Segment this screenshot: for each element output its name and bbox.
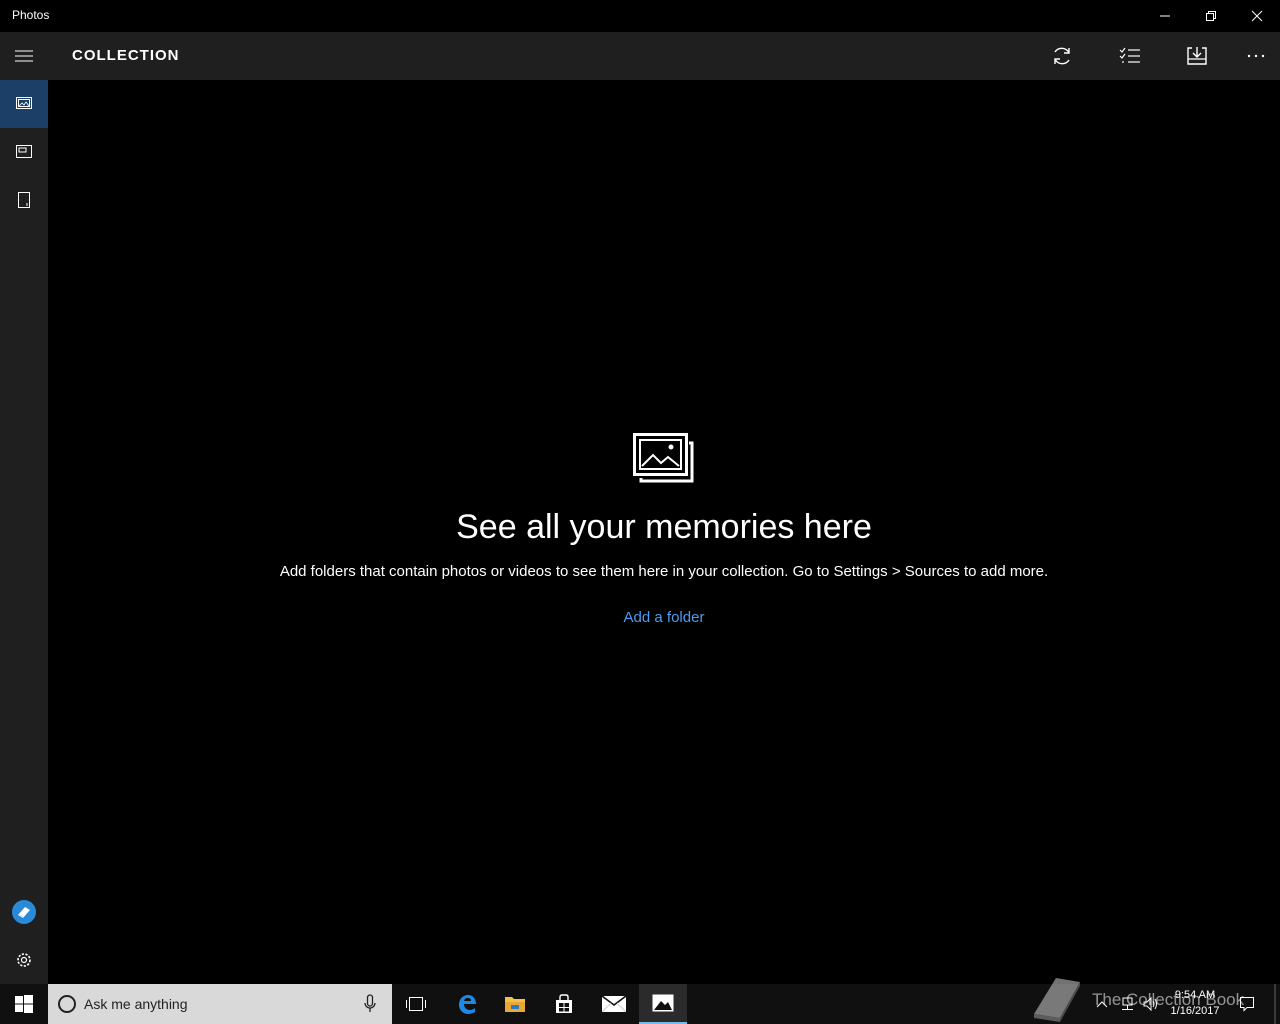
book-icon bbox=[1034, 978, 1080, 1022]
gear-icon bbox=[17, 953, 31, 967]
empty-state-title: See all your memories here bbox=[456, 508, 872, 546]
watermark: The Collection Book bbox=[1030, 976, 1270, 1024]
show-desktop-button[interactable] bbox=[1274, 984, 1276, 1024]
minimize-button[interactable] bbox=[1142, 0, 1188, 32]
search-box[interactable]: Ask me anything bbox=[48, 984, 392, 1024]
empty-state-description: Add folders that contain photos or video… bbox=[279, 563, 1049, 580]
close-button[interactable] bbox=[1234, 0, 1280, 32]
albums-icon bbox=[16, 145, 32, 158]
store-button[interactable] bbox=[540, 984, 588, 1024]
restore-icon bbox=[1206, 11, 1216, 21]
cortana-icon bbox=[58, 995, 76, 1013]
add-folder-link[interactable]: Add a folder bbox=[48, 609, 1280, 626]
folder-icon bbox=[505, 997, 525, 1012]
edge-icon bbox=[459, 995, 476, 1014]
photos-taskbar-button[interactable] bbox=[639, 984, 687, 1024]
minimize-icon bbox=[1160, 15, 1170, 17]
more-options-button[interactable] bbox=[1232, 32, 1280, 80]
windows-logo-icon bbox=[15, 995, 33, 1013]
start-button[interactable] bbox=[0, 984, 48, 1024]
app-title: Photos bbox=[12, 8, 50, 22]
watermark-text: The Collection Book bbox=[1092, 990, 1245, 1009]
store-icon bbox=[556, 994, 572, 1013]
photos-icon bbox=[652, 994, 674, 1012]
mail-icon bbox=[602, 996, 626, 1012]
file-explorer-button[interactable] bbox=[491, 984, 539, 1024]
folders-icon bbox=[18, 192, 30, 208]
search-placeholder: Ask me anything bbox=[84, 996, 188, 1012]
refresh-icon bbox=[1054, 47, 1070, 65]
select-button[interactable] bbox=[1106, 32, 1154, 80]
checklist-icon bbox=[1119, 47, 1140, 63]
app-header: COLLECTION bbox=[0, 32, 1280, 80]
task-view-icon bbox=[406, 997, 426, 1011]
edge-button[interactable] bbox=[443, 984, 491, 1024]
nav-story-remix[interactable] bbox=[0, 888, 48, 936]
title-bar: Photos bbox=[0, 0, 1280, 32]
main-content: See all your memories here Add folders t… bbox=[48, 80, 1280, 984]
nav-rail bbox=[0, 80, 48, 984]
nav-albums[interactable] bbox=[0, 128, 48, 176]
close-icon bbox=[1251, 10, 1263, 22]
microphone-icon[interactable] bbox=[364, 994, 376, 1014]
mail-button[interactable] bbox=[590, 984, 638, 1024]
story-remix-icon bbox=[12, 900, 36, 924]
page-title: COLLECTION bbox=[72, 47, 180, 64]
more-icon bbox=[1247, 54, 1265, 58]
nav-folders[interactable] bbox=[0, 176, 48, 224]
restore-button[interactable] bbox=[1188, 0, 1234, 32]
import-button[interactable] bbox=[1173, 32, 1221, 80]
import-icon bbox=[1187, 47, 1207, 65]
nav-settings[interactable] bbox=[0, 936, 48, 984]
collection-icon bbox=[16, 97, 32, 109]
hamburger-icon bbox=[15, 50, 33, 62]
photos-placeholder-icon bbox=[633, 433, 694, 483]
task-view-button[interactable] bbox=[392, 984, 440, 1024]
hamburger-button[interactable] bbox=[0, 32, 48, 80]
nav-collection[interactable] bbox=[0, 80, 48, 128]
refresh-button[interactable] bbox=[1038, 32, 1086, 80]
